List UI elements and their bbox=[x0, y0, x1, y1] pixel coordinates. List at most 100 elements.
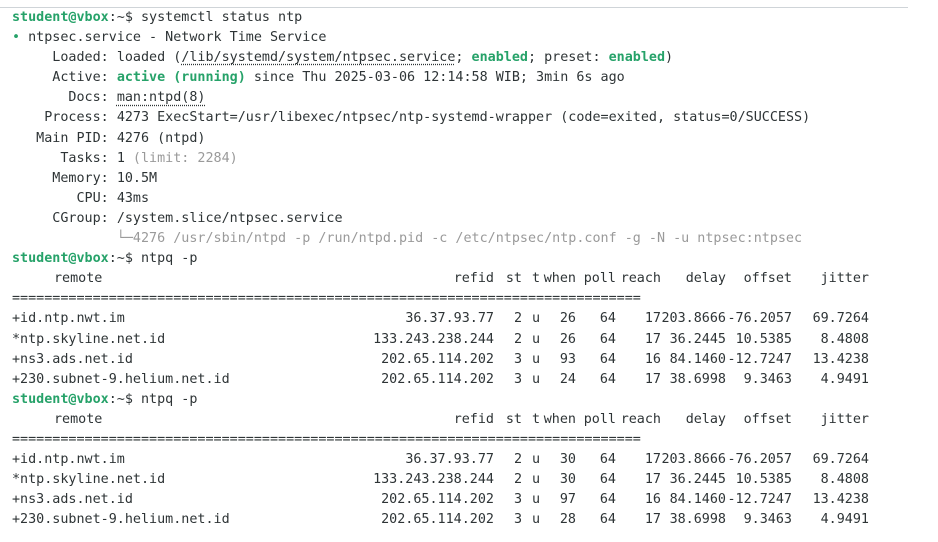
cgroup-value: /system.slice/ntpsec.service bbox=[116, 210, 343, 226]
table-row: +ns3.ads.net.id 202.65.114.202 3 u 97 64 16 84.… bbox=[12, 490, 932, 510]
cell-st: 2 bbox=[513, 311, 522, 327]
cell-delay: 38.6998 bbox=[669, 371, 726, 387]
prompt-user-host: student@vbox bbox=[12, 10, 109, 25]
table-row: +id.ntp.nwt.im 36.37.93.77 2 u 26 64 17 203.866… bbox=[12, 309, 932, 329]
cell-delay: 203.8666 bbox=[661, 311, 727, 327]
cell-st: 2 bbox=[513, 472, 522, 488]
cell-offset: -76.2057 bbox=[727, 452, 793, 468]
col-refid: refid bbox=[453, 271, 494, 287]
cell-st: 2 bbox=[513, 452, 522, 468]
prompt-line: student@vbox:~$ systemctl status ntp bbox=[12, 8, 932, 28]
cgroup-child-line: └─4276 /usr/sbin/ntpd -p /run/ntpd.pid -… bbox=[12, 231, 803, 247]
active-since: since Thu 2025-03-06 12:14:58 WIB; 3min … bbox=[245, 70, 625, 86]
cpu-label: CPU: bbox=[12, 190, 117, 206]
cell-reach: 17 bbox=[644, 512, 661, 528]
ntpq-table-1: +id.ntp.nwt.im 36.37.93.77 2 u 26 64 17 203.866… bbox=[12, 309, 932, 389]
cell-t: u bbox=[531, 472, 540, 488]
cell-remote: +id.ntp.nwt.im bbox=[12, 311, 125, 327]
cell-when: 26 bbox=[559, 311, 576, 327]
table-row: +id.ntp.nwt.im 36.37.93.77 2 u 30 64 17 203.866… bbox=[12, 450, 932, 470]
docs-label: Docs: bbox=[12, 90, 117, 106]
memory-line: Memory: 10.5M bbox=[12, 169, 932, 189]
cell-poll: 64 bbox=[599, 331, 616, 347]
cell-jitter: 8.4808 bbox=[820, 472, 869, 488]
cell-poll: 64 bbox=[599, 472, 616, 488]
memory-label: Memory: bbox=[12, 170, 117, 186]
col-poll: poll bbox=[583, 271, 616, 287]
col-refid: refid bbox=[453, 411, 494, 427]
cell-refid: 202.65.114.202 bbox=[381, 351, 494, 367]
unit-file-link[interactable]: /lib/systemd/system/ntpsec.service bbox=[181, 50, 455, 65]
cell-st: 3 bbox=[513, 512, 522, 528]
command-text: ntpq -p bbox=[141, 391, 198, 407]
cell-st: 3 bbox=[513, 371, 522, 387]
prompt-path: :~$ bbox=[108, 251, 141, 267]
main-pid-label: Main PID: bbox=[12, 130, 117, 146]
cell-jitter: 13.4238 bbox=[812, 492, 869, 508]
cell-offset: -12.7247 bbox=[727, 351, 793, 367]
docs-link[interactable]: man:ntpd(8) bbox=[117, 90, 206, 105]
prompt-line-2: student@vbox:~$ ntpq -p bbox=[12, 249, 932, 269]
cell-t: u bbox=[531, 512, 540, 528]
table-row: *ntp.skyline.net.id 133.243.238.244 2 u 30 64… bbox=[12, 470, 932, 490]
cell-when: 28 bbox=[559, 512, 576, 528]
prompt-path: :~$ bbox=[108, 10, 141, 25]
cell-t: u bbox=[531, 351, 540, 367]
col-remote: remote bbox=[54, 271, 103, 287]
col-reach: reach bbox=[620, 271, 661, 287]
loaded-pre: loaded ( bbox=[116, 50, 182, 66]
ntpq-table-2: +id.ntp.nwt.im 36.37.93.77 2 u 30 64 17 203.866… bbox=[12, 450, 932, 530]
col-delay: delay bbox=[685, 271, 726, 287]
cell-offset: -12.7247 bbox=[727, 492, 793, 508]
cell-poll: 64 bbox=[599, 512, 616, 528]
cell-jitter: 69.7264 bbox=[812, 452, 869, 468]
cell-remote: +230.subnet-9.helium.net.id bbox=[12, 512, 230, 528]
cell-t: u bbox=[531, 452, 540, 468]
table-row: +230.subnet-9.helium.net.id 202.65.114.20… bbox=[12, 510, 932, 530]
col-st: st bbox=[505, 271, 522, 287]
col-t: t bbox=[531, 411, 540, 427]
cell-when: 30 bbox=[559, 452, 576, 468]
cell-poll: 64 bbox=[599, 351, 616, 367]
prompt-line-3: student@vbox:~$ ntpq -p bbox=[12, 390, 932, 410]
cell-offset: 9.3463 bbox=[743, 371, 792, 387]
cell-reach: 17 bbox=[644, 371, 661, 387]
loaded-mid-1: ; bbox=[455, 50, 472, 66]
col-t: t bbox=[531, 271, 540, 287]
col-st: st bbox=[505, 411, 522, 427]
enabled-state: enabled bbox=[471, 50, 528, 66]
cell-poll: 64 bbox=[599, 452, 616, 468]
cell-reach: 17 bbox=[644, 472, 661, 488]
main-pid-value: 4276 (ntpd) bbox=[116, 130, 206, 146]
cell-st: 3 bbox=[513, 351, 522, 367]
cell-when: 26 bbox=[559, 331, 576, 347]
cell-reach: 17 bbox=[644, 311, 661, 327]
separator-line: ========================================… bbox=[12, 431, 641, 447]
col-when: when bbox=[543, 271, 576, 287]
cell-refid: 36.37.93.77 bbox=[405, 452, 494, 468]
terminal-output[interactable]: student@vbox:~$ systemctl status ntp • n… bbox=[12, 8, 932, 530]
cell-remote: +230.subnet-9.helium.net.id bbox=[12, 371, 230, 387]
cell-offset: -76.2057 bbox=[727, 311, 793, 327]
prompt-path: :~$ bbox=[108, 391, 141, 407]
col-offset: offset bbox=[743, 271, 792, 287]
table-row: +ns3.ads.net.id 202.65.114.202 3 u 93 64 16 84.… bbox=[12, 350, 932, 370]
cell-offset: 10.5385 bbox=[735, 331, 792, 347]
cell-refid: 36.37.93.77 bbox=[405, 311, 494, 327]
loaded-line: Loaded: loaded (/lib/systemd/system/ntps… bbox=[12, 48, 932, 68]
cell-remote: +id.ntp.nwt.im bbox=[12, 452, 125, 468]
loaded-mid-2: ; preset: bbox=[527, 50, 609, 66]
cell-when: 93 bbox=[559, 351, 576, 367]
cell-jitter: 69.7264 bbox=[812, 311, 869, 327]
main-pid-line: Main PID: 4276 (ntpd) bbox=[12, 129, 932, 149]
memory-value: 10.5M bbox=[116, 170, 158, 186]
cpu-line: CPU: 43ms bbox=[12, 189, 932, 209]
cell-remote: +ns3.ads.net.id bbox=[12, 492, 133, 508]
cell-remote: *ntp.skyline.net.id bbox=[12, 472, 166, 488]
process-value: 4273 ExecStart=/usr/libexec/ntpsec/ntp-s… bbox=[116, 110, 811, 126]
cell-t: u bbox=[531, 311, 540, 327]
cell-refid: 202.65.114.202 bbox=[381, 371, 494, 387]
cell-delay: 36.2445 bbox=[669, 472, 726, 488]
tasks-limit: (limit: 2284) bbox=[124, 150, 238, 166]
cell-refid: 202.65.114.202 bbox=[381, 512, 494, 528]
